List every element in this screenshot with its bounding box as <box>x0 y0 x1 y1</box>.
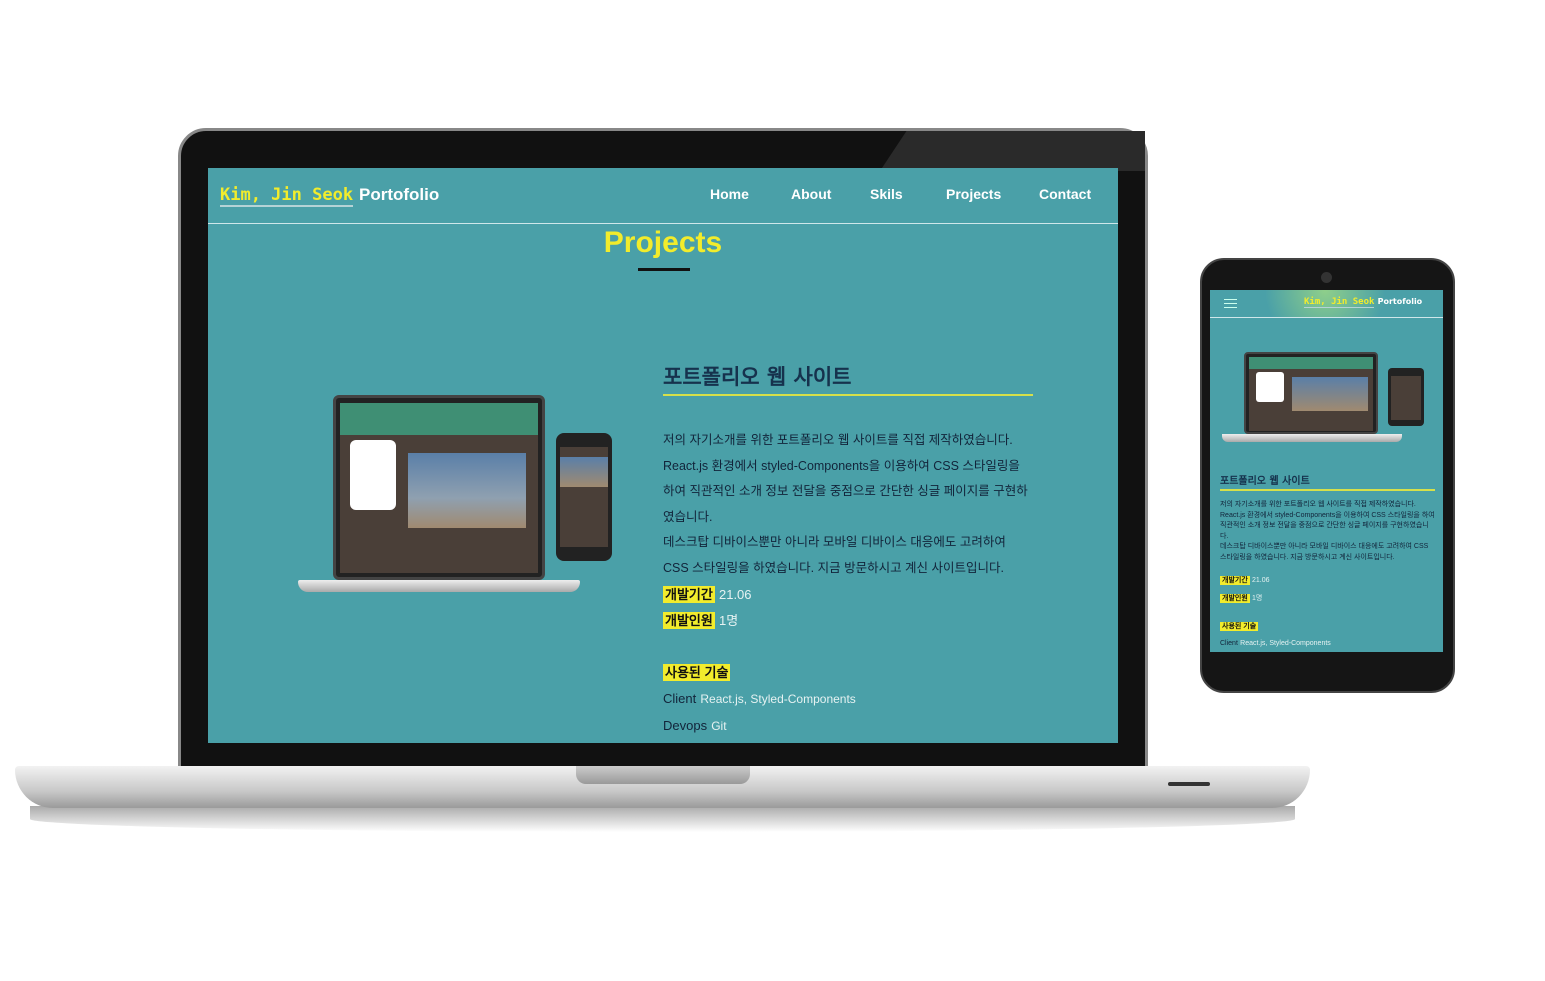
brand-logo[interactable]: Kim, Jin Seok Portofolio <box>220 185 439 207</box>
mobile-people-row: 개발인원 1명 <box>1220 594 1263 603</box>
nav-projects[interactable]: Projects <box>946 186 1001 202</box>
tech-heading: 사용된 기술 <box>663 664 731 681</box>
laptop-screen: Kim, Jin Seok Portofolio Home About Skil… <box>208 168 1118 743</box>
site-header: Kim, Jin Seok Portofolio Home About Skil… <box>208 168 1118 224</box>
description-paragraph: 데스크탑 디바이스뿐만 아니라 모바일 디바이스 대응에도 고려하여 CSS 스… <box>1220 543 1429 561</box>
title-underline <box>638 268 690 271</box>
mobile-project-thumbnail[interactable] <box>1222 352 1427 447</box>
mobile-brand[interactable]: Kim, Jin Seok Portofolio <box>1304 297 1422 308</box>
laptop-shadow <box>30 806 1295 832</box>
mobile-project-title: 포트폴리오 웹 사이트 <box>1220 472 1435 491</box>
nav-contact[interactable]: Contact <box>1039 186 1091 202</box>
nav-about[interactable]: About <box>791 186 831 202</box>
lid-reflection <box>880 131 1145 171</box>
people-row: 개발인원 1명 <box>663 612 739 629</box>
hamburger-icon[interactable] <box>1224 299 1237 308</box>
nav-skills[interactable]: Skils <box>870 186 903 202</box>
description-paragraph: 저의 자기소개를 위한 포트폴리오 웹 사이트를 직접 제작하였습니다. Rea… <box>663 433 1028 524</box>
project-description: 저의 자기소개를 위한 포트폴리오 웹 사이트를 직접 제작하였습니다. Rea… <box>663 428 1033 582</box>
description-paragraph: 저의 자기소개를 위한 포트폴리오 웹 사이트를 직접 제작하였습니다. Rea… <box>1220 501 1435 540</box>
mobile-header: Kim, Jin Seok Portofolio <box>1210 290 1443 318</box>
project-thumbnail[interactable] <box>298 395 614 605</box>
laptop-slot <box>1168 782 1210 786</box>
project-title: 포트폴리오 웹 사이트 <box>663 361 1033 396</box>
devops-row: Devops Git <box>663 718 727 733</box>
mobile-client-row: Client React.js, Styled-Components <box>1220 640 1331 647</box>
nav-home[interactable]: Home <box>710 186 749 202</box>
mobile-period-row: 개발기간 21.06 <box>1220 576 1270 585</box>
mobile-project-description: 저의 자기소개를 위한 포트폴리오 웹 사이트를 직접 제작하였습니다. Rea… <box>1220 500 1435 563</box>
description-paragraph: 데스크탑 디바이스뿐만 아니라 모바일 디바이스 대응에도 고려하여 CSS 스… <box>663 535 1006 575</box>
section-title: Projects <box>603 226 723 259</box>
phone-screen: Kim, Jin Seok Portofolio 포트폴리오 웹 사이트 저의 … <box>1210 290 1443 652</box>
laptop-notch <box>576 766 750 784</box>
mobile-tech-heading: 사용된 기술 <box>1220 622 1259 631</box>
phone-camera <box>1321 272 1332 283</box>
period-row: 개발기간 21.06 <box>663 586 752 603</box>
client-row: Client React.js, Styled-Components <box>663 691 856 706</box>
